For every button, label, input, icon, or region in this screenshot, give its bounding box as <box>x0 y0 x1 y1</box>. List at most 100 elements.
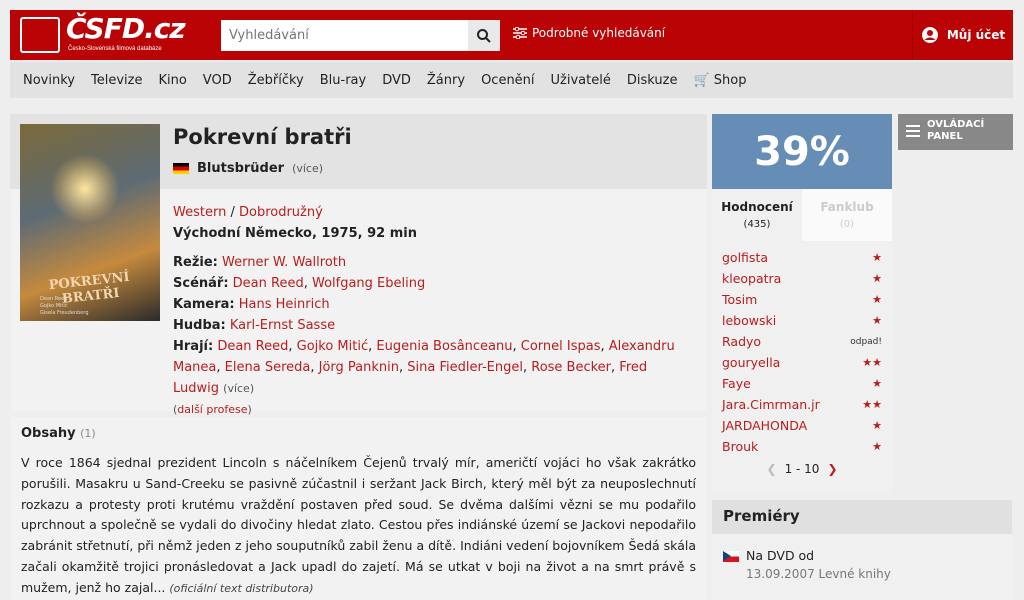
camera-link[interactable]: Hans Heinrich <box>239 297 330 312</box>
prev-page-icon[interactable]: ❮ <box>767 462 777 476</box>
original-title: Blutsbrüder (více) <box>173 161 323 176</box>
genres: Western / Dobrodružný <box>173 202 693 223</box>
user-rating-row: Jara.Cimrman.jr ★★ <box>722 394 882 415</box>
star-rating: ★★ <box>862 356 882 369</box>
user-link[interactable]: JARDAHONDA <box>722 418 807 433</box>
cast-link[interactable]: Jörg Panknin <box>319 360 399 375</box>
poster-cast-3: Gisela Freudenberg <box>40 310 89 316</box>
user-link[interactable]: lebowski <box>722 313 776 328</box>
user-icon <box>921 27 938 43</box>
writer-row: Scénář: Dean Reed, Wolfgang Ebeling <box>173 276 426 291</box>
poster-cast-1: Dean Reed <box>40 296 68 302</box>
main-nav: Novinky Televize Kino VOD Žebříčky Blu-r… <box>10 62 1013 98</box>
nav-diskuze[interactable]: Diskuze <box>627 73 678 88</box>
search-box <box>221 20 471 51</box>
nav-shop[interactable]: 🛒 Shop <box>693 73 746 88</box>
film-origin: Východní Německo, 1975, 92 min <box>173 223 693 244</box>
director-link[interactable]: Werner W. Wallroth <box>222 255 346 270</box>
cart-icon: 🛒 <box>693 72 714 88</box>
nav-zanry[interactable]: Žánry <box>427 73 465 88</box>
control-panel-label: OVLÁDACÍ PANEL <box>927 119 985 142</box>
user-rating-row: golfista ★ <box>722 247 882 268</box>
tab-fanclub-count: (0) <box>839 219 855 230</box>
nav-zebricky[interactable]: Žebříčky <box>248 73 304 88</box>
plot-body: V roce 1864 sjednal prezident Lincoln s … <box>21 455 696 595</box>
nav-televize[interactable]: Televize <box>91 73 142 88</box>
user-link[interactable]: gouryella <box>722 355 780 370</box>
star-rating: ★ <box>872 272 882 285</box>
star-rating: ★ <box>872 314 882 327</box>
nav-uzivatele[interactable]: Uživatelé <box>551 73 611 88</box>
nav-novinky[interactable]: Novinky <box>23 73 75 88</box>
tab-fanclub-label: Fanklub <box>820 200 874 214</box>
site-logo[interactable]: ČSFD.cz Česko-Slovenská filmová databáze <box>20 12 190 57</box>
search-input[interactable] <box>221 20 466 51</box>
account-label: Můj účet <box>946 28 1006 42</box>
tab-ratings[interactable]: Hodnocení (435) <box>712 189 802 241</box>
genre-adventure[interactable]: Dobrodružný <box>239 205 323 220</box>
star-rating: ★ <box>872 440 882 453</box>
poster-cast: Dean Reed Gojko Mitić Gisela Freudenberg <box>40 296 89 317</box>
account-button[interactable]: Můj účet <box>912 10 1013 60</box>
more-titles-link[interactable]: (více) <box>292 162 323 175</box>
user-link[interactable]: Tosim <box>722 292 757 307</box>
star-rating: ★ <box>872 293 882 306</box>
music-label: Hudba: <box>173 318 226 333</box>
writer-link-2[interactable]: Wolfgang Ebeling <box>312 276 425 291</box>
user-link[interactable]: Jara.Cimrman.jr <box>722 397 820 412</box>
nav-shop-label: Shop <box>713 72 747 88</box>
plot-heading-text: Obsahy <box>21 426 76 441</box>
user-link[interactable]: kleopatra <box>722 271 781 286</box>
search-button[interactable] <box>468 20 500 51</box>
camera-row: Kamera: Hans Heinrich <box>173 294 693 315</box>
user-link[interactable]: golfista <box>722 250 768 265</box>
star-rating: ★ <box>872 251 882 264</box>
film-poster[interactable]: POKREVNÍ BRATŘI Dean Reed Gojko Mitić Gi… <box>20 124 160 321</box>
rating-box: 39% Hodnocení (435) Fanklub (0) golfista ★ … <box>712 114 892 493</box>
director-row: Režie: Werner W. Wallroth <box>173 252 693 273</box>
cast-link[interactable]: Eugenia Bosânceanu <box>376 339 512 354</box>
nav-kino[interactable]: Kino <box>158 73 186 88</box>
user-link[interactable]: Brouk <box>722 439 758 454</box>
film-box: POKREVNÍ BRATŘI Dean Reed Gojko Mitić Gi… <box>10 114 707 416</box>
genre-western[interactable]: Western <box>173 205 226 220</box>
nav-bluray[interactable]: Blu-ray <box>320 73 366 88</box>
star-rating: ★ <box>872 377 882 390</box>
more-cast-link[interactable]: (více) <box>223 382 254 395</box>
premieres-box: Premiéry Na DVD od 13.09.2007 Levné knih… <box>712 500 1012 600</box>
nav-dvd[interactable]: DVD <box>382 73 411 88</box>
cast-link[interactable]: Cornel Ispas <box>521 339 601 354</box>
user-rating-row: lebowski ★ <box>722 310 882 331</box>
user-link[interactable]: Faye <box>722 376 751 391</box>
music-link[interactable]: Karl-Ernst Sasse <box>230 318 335 333</box>
user-rating-row: Tosim ★ <box>722 289 882 310</box>
plot-heading: Obsahy (1) <box>21 426 696 441</box>
user-link[interactable]: Radyo <box>722 334 761 349</box>
plot-source: (oficiální text distributora) <box>169 581 314 595</box>
logo-text: ČSFD.cz <box>66 12 186 45</box>
cast-link[interactable]: Rose Becker <box>531 360 611 375</box>
cast-link[interactable]: Elena Sereda <box>225 360 311 375</box>
control-panel-button[interactable]: OVLÁDACÍ PANEL <box>898 114 1013 150</box>
nav-oceneni[interactable]: Ocenění <box>481 73 534 88</box>
tab-ratings-count: (435) <box>743 219 771 230</box>
genre-separator: / <box>226 205 239 220</box>
film-title: Pokrevní bratři <box>173 125 352 149</box>
tab-fanclub[interactable]: Fanklub (0) <box>802 189 892 241</box>
user-rating-list: golfista ★ kleopatra ★ Tosim ★ lebowski ★ Ra… <box>712 241 892 476</box>
user-rating-row: JARDAHONDA ★ <box>722 415 882 436</box>
user-rating-row: Brouk ★ <box>722 436 882 457</box>
plot-count: (1) <box>80 427 96 440</box>
nav-vod[interactable]: VOD <box>203 73 232 88</box>
germany-flag-icon <box>173 163 189 174</box>
more-professions-link[interactable]: další profese <box>177 403 247 416</box>
user-rating-row: gouryella ★★ <box>722 352 882 373</box>
writer-link-1[interactable]: Dean Reed <box>233 276 304 291</box>
original-title-text: Blutsbrüder <box>197 161 285 176</box>
advanced-search-link[interactable]: Podrobné vyhledávání <box>513 26 665 40</box>
cast-link[interactable]: Gojko Mitić <box>297 339 368 354</box>
plot-text: V roce 1864 sjednal prezident Lincoln s … <box>21 453 696 600</box>
next-page-icon[interactable]: ❯ <box>827 462 837 476</box>
cast-link[interactable]: Sina Fiedler-Engel <box>407 360 523 375</box>
cast-link[interactable]: Dean Reed <box>217 339 288 354</box>
